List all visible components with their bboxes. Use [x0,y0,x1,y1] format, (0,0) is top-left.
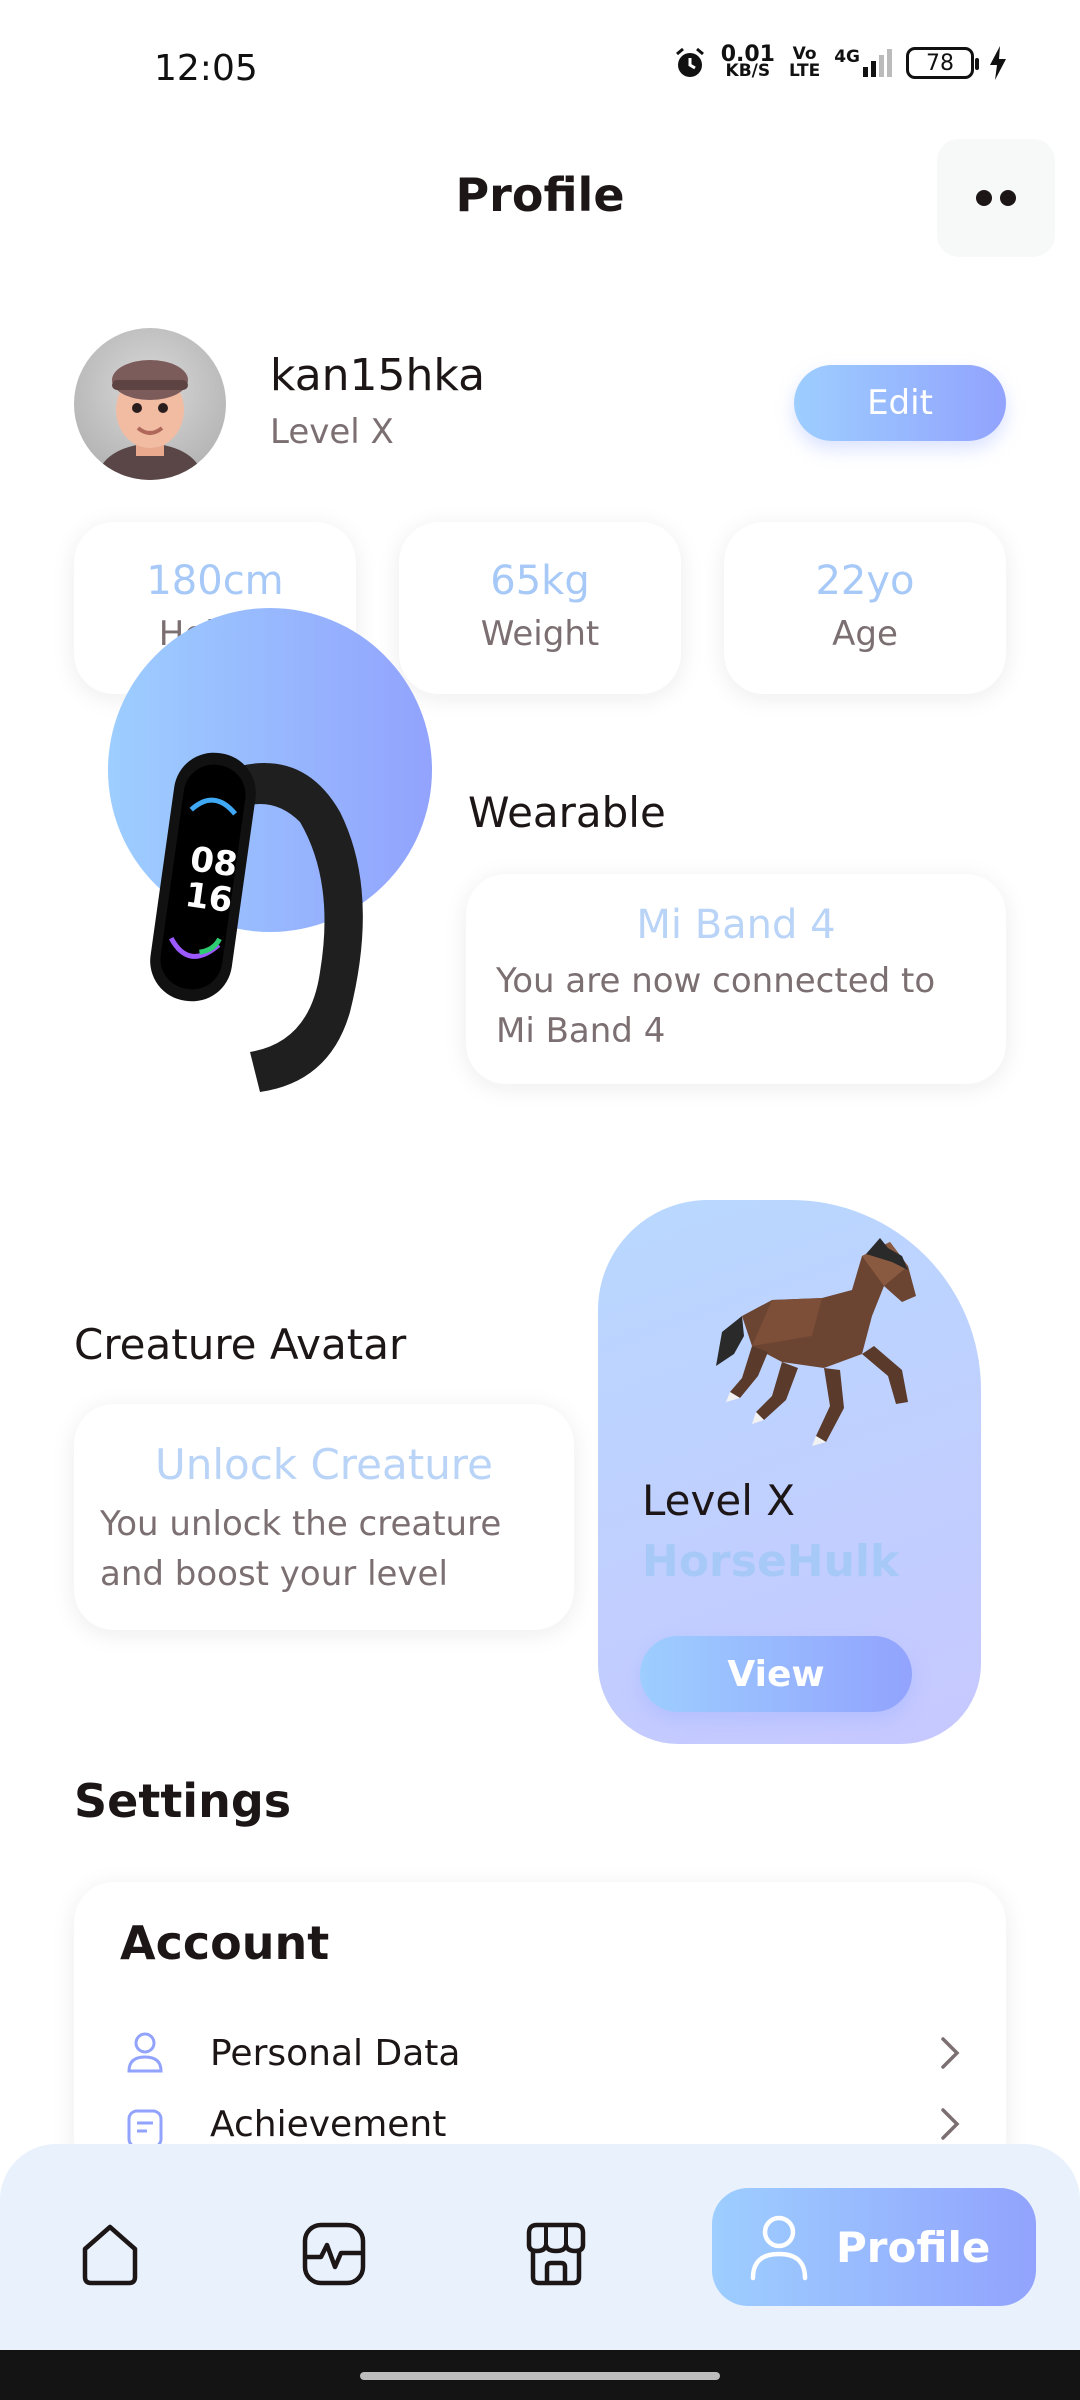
status-bar: 12:05 0.01 KB/S Vo LTE 4G 78 [0,0,1080,140]
signal-icon: 4G [834,49,892,77]
person-icon [120,2028,170,2078]
creature-name: HorseHulk [642,1536,900,1587]
unlock-creature-card[interactable]: Unlock Creature You unlock the creature … [74,1404,574,1630]
volte-indicator: Vo LTE [788,44,821,81]
account-title: Account [120,1916,330,1970]
stat-value: 22yo [815,558,915,604]
home-indicator[interactable] [360,2372,720,2380]
nav-profile-label: Profile [836,2222,991,2272]
nav-store[interactable] [516,2214,596,2294]
setting-row-personal-data[interactable]: Personal Data [120,2018,970,2088]
dot-icon [976,190,992,206]
nav-activity[interactable] [294,2214,374,2294]
battery-indicator: 78 [906,47,979,79]
avatar [74,328,226,480]
bottom-nav: Profile [0,2144,1080,2350]
stat-card-weight: 65kg Weight [399,522,681,694]
wearable-device-name: Mi Band 4 [636,902,836,948]
wearable-card[interactable]: Mi Band 4 You are now connected to Mi Ba… [466,874,1006,1084]
page-title: Profile [455,168,625,222]
stat-card-age: 22yo Age [724,522,1006,694]
stat-label: Age [832,614,898,654]
chevron-right-icon [941,2108,960,2140]
user-level: Level X [270,412,394,452]
alarm-icon [675,47,704,77]
band-minutes: 16 [183,875,235,921]
profile-icon [750,2215,808,2281]
chevron-right-icon [941,2037,960,2069]
unlock-creature-title: Unlock Creature [154,1440,493,1489]
horse-image [716,1238,916,1446]
nav-profile[interactable]: Profile [712,2188,1036,2306]
system-gesture-bar [0,2350,1080,2400]
activity-icon [302,2222,366,2286]
edit-button[interactable]: Edit [794,365,1006,441]
nav-home[interactable] [70,2214,150,2294]
account-card: Account Personal Data Achievement [74,1882,1006,2182]
unlock-creature-description: You unlock the creature and boost your l… [100,1504,502,1594]
store-icon [526,2222,586,2286]
setting-row-label: Achievement [210,2104,447,2145]
stat-value: 180cm [146,558,284,604]
dot-icon [1000,190,1016,206]
stat-value: 65kg [490,558,590,604]
view-creature-button[interactable]: View [640,1636,912,1712]
wearable-title: Wearable [468,788,666,837]
creature-title: Creature Avatar [74,1320,407,1369]
settings-title: Settings [74,1774,292,1828]
status-icons: 0.01 KB/S Vo LTE 4G 78 [673,42,1008,81]
home-icon [82,2224,138,2286]
setting-row-label: Personal Data [210,2032,461,2074]
net-speed: 0.01 KB/S [720,42,775,81]
status-time: 12:05 [154,48,258,89]
username: kan15hka [270,350,486,401]
wearable-description: You are now connected to Mi Band 4 [496,961,936,1051]
smart-band-image: 08 16 [150,752,363,1092]
stat-label: Weight [480,614,600,654]
charging-icon [990,46,1006,80]
more-options-button[interactable] [937,139,1055,257]
creature-level: Level X [642,1476,795,1525]
avatar-image [98,360,202,480]
